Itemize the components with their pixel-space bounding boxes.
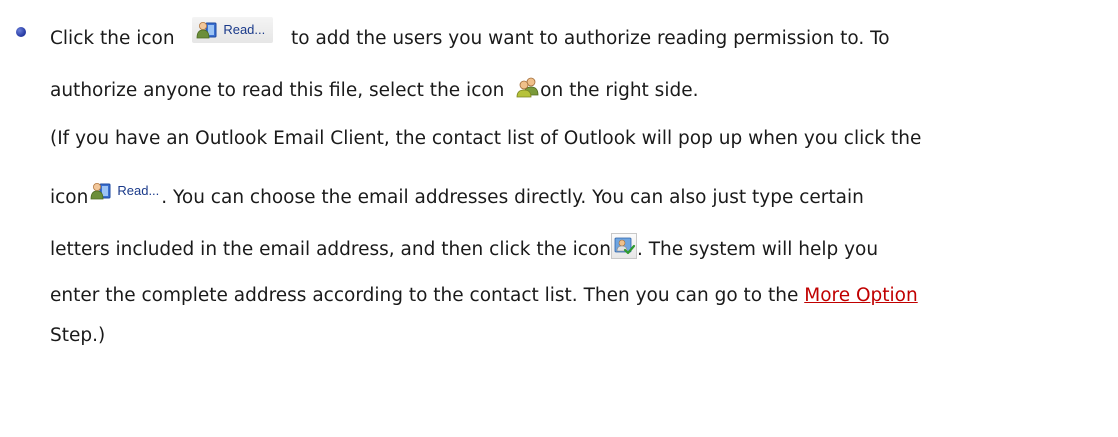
text-outlook-note: (If you have an Outlook Email Client, th…	[50, 128, 922, 149]
check-names-glyph	[614, 237, 636, 255]
read-button-label: Read...	[223, 22, 266, 37]
contacts-book-icon	[196, 22, 217, 39]
bullet-point	[16, 27, 26, 37]
text-add-users: to add the users you want to authorize r…	[291, 28, 890, 49]
text-on-right-side: on the right side.	[540, 80, 699, 101]
contacts-book-icon	[90, 183, 111, 200]
text-choose-addresses: . You can choose the email addresses dir…	[161, 187, 864, 208]
people-icon[interactable]	[516, 76, 540, 98]
text-step: Step.)	[50, 325, 106, 346]
text-authorize-anyone: authorize anyone to read this file, sele…	[50, 80, 505, 101]
paragraph-line-5: letters included in the email address, a…	[50, 233, 879, 263]
paragraph-line-3: (If you have an Outlook Email Client, th…	[50, 127, 921, 151]
read-button[interactable]: Read...	[192, 17, 274, 43]
more-option-link[interactable]: More Option	[804, 285, 917, 306]
text-type-letters: letters included in the email address, a…	[50, 239, 611, 260]
text-system-helps: . The system will help you	[636, 239, 879, 260]
paragraph-line-6: enter the complete address according to …	[50, 284, 918, 308]
paragraph-line-4: icon Read... . You can choose the email …	[50, 180, 864, 210]
text-icon: icon	[50, 187, 89, 208]
text-click-the-icon: Click the icon	[50, 28, 175, 49]
text-complete-address: enter the complete address according to …	[50, 285, 799, 306]
read-button-inline[interactable]: Read...	[88, 178, 161, 204]
paragraph-line-1: Click the icon Read... to add the users …	[50, 17, 890, 51]
read-button-label: Read...	[117, 183, 160, 198]
paragraph-line-2: authorize anyone to read this file, sele…	[50, 76, 699, 103]
check-names-icon[interactable]	[610, 233, 637, 259]
paragraph-line-7: Step.)	[50, 324, 105, 348]
